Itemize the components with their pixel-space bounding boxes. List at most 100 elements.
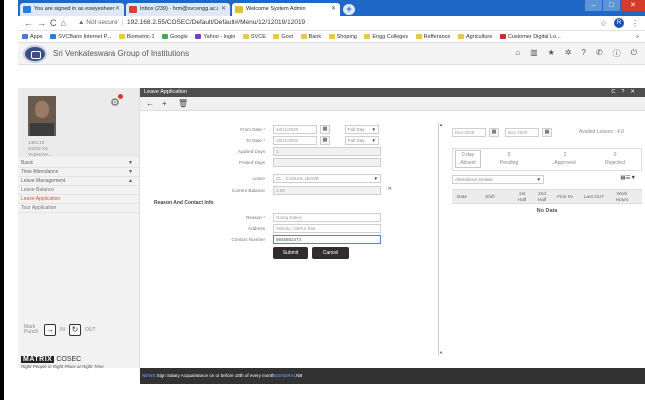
chevron-down-icon: ▼ (128, 160, 133, 166)
tab-close-icon[interactable]: ✕ (115, 3, 120, 16)
menu-label: Leave Application (21, 196, 61, 202)
to-date-input[interactable]: 18/11/2020 (273, 136, 317, 145)
stat-label: Absent (460, 160, 476, 166)
browser-tab-3[interactable]: Welcome System Admin ✕ (232, 3, 340, 16)
bookmark-star-icon[interactable]: ☆ (600, 19, 607, 28)
settings-gear-icon[interactable]: ✲ (565, 48, 572, 59)
attendance-details-select[interactable]: Attendance Details ▼ (452, 175, 544, 184)
bookmark-item[interactable]: Shoping (328, 31, 357, 42)
bookmark-item[interactable]: SVCE (242, 31, 266, 42)
range-to-calendar-icon[interactable]: ▦ (542, 128, 552, 137)
range-from-input[interactable]: Dec 2020 (452, 128, 486, 137)
stat-approved[interactable]: 2 Approved (545, 151, 585, 167)
scroll-up-icon[interactable]: ▲ (439, 122, 443, 127)
chevron-down-icon: ▼ (536, 177, 541, 182)
add-icon[interactable]: + (162, 99, 167, 108)
back-arrow-icon[interactable]: ← (146, 99, 154, 108)
punch-in-label: IN (60, 327, 65, 333)
url-separator: | (121, 19, 124, 26)
page-toolbar: ← + 🗑 (140, 97, 645, 111)
menu-label: Basic (21, 160, 34, 166)
yahoo-icon (195, 34, 202, 39)
new-tab-button[interactable]: + (343, 4, 355, 15)
filter-icon[interactable]: ▼ (631, 175, 636, 181)
bookmark-item[interactable]: Engg Colleges (364, 31, 408, 42)
range-from-calendar-icon[interactable]: ▦ (489, 128, 499, 137)
stat-value: 2 (563, 152, 567, 158)
sidebar-item-tour-application[interactable]: Tour Application (18, 204, 139, 213)
home-icon[interactable]: ⌂ (515, 48, 520, 59)
expand-panel-icon[interactable]: » (388, 186, 391, 192)
power-icon[interactable]: ⏻ (631, 48, 637, 59)
delete-trash-icon[interactable]: 🗑 (178, 99, 188, 108)
from-date-input[interactable]: 18/11/2020 (273, 125, 317, 134)
bookmark-item[interactable]: Customer Digital Lo... (499, 31, 561, 42)
left-border (0, 0, 4, 400)
home-icon[interactable]: ⌂ (61, 18, 70, 28)
help-icon[interactable]: ? (582, 48, 586, 59)
from-day-select[interactable]: Full Day ▼ (345, 125, 379, 134)
range-to-input[interactable]: Dec 2020 (505, 128, 539, 137)
address-input[interactable]: Yellodu, CBPur Dist (273, 224, 381, 233)
bookmark-item[interactable]: Biometric-1 (118, 31, 155, 42)
phone-icon[interactable]: ✆ (596, 48, 603, 59)
bookmark-item[interactable]: Bank (300, 31, 321, 42)
stat-pending[interactable]: 0 Pending (491, 151, 527, 167)
sidebar-item-leave-application[interactable]: Leave Application (18, 195, 139, 204)
close-icon[interactable]: ✕ (630, 89, 641, 95)
contact-number-input[interactable]: 9845882474 (273, 235, 381, 244)
chevron-down-icon: ▼ (371, 138, 376, 143)
bookmark-label: Refferance (423, 34, 451, 40)
back-icon[interactable]: ← (24, 18, 37, 28)
tab-close-icon[interactable]: ✕ (331, 3, 336, 16)
leave-type-select[interactable]: CL - CASUAL LEAVE ▼ (273, 174, 381, 183)
matrix-cosec-logo: MATRIX COSEC Right People in Right Place … (21, 356, 104, 369)
form-scrollbar[interactable]: ▲ ▼ (438, 122, 444, 355)
browser-menu-icon[interactable]: ⋮ (631, 19, 639, 28)
punch-out-button[interactable]: ↻ (69, 324, 81, 336)
info-icon[interactable]: ⓘ (613, 48, 621, 59)
cancel-button[interactable]: Cancel (312, 247, 349, 259)
profile-avatar[interactable]: R (614, 18, 624, 28)
tab-close-icon[interactable]: ✕ (221, 3, 226, 16)
nav-buttons: ←→C⌂ (24, 18, 70, 28)
punch-in-button[interactable]: → (44, 324, 56, 336)
bookmark-label: Yahoo - login (203, 34, 236, 40)
bookmark-item[interactable]: SVCBans Internet P... (50, 31, 111, 42)
browser-tab-1[interactable]: You are signed in as eswyesheer ✕ (20, 3, 124, 16)
reason-input[interactable]: Going Native (273, 213, 381, 222)
bookmark-item[interactable]: Google (162, 31, 188, 42)
bookmarks-overflow-icon[interactable]: » (636, 31, 639, 42)
bookmark-item[interactable]: Yahoo - login (195, 31, 236, 42)
refresh-icon[interactable]: C (611, 89, 621, 95)
bookmark-item[interactable]: Apps (22, 31, 43, 42)
submit-button[interactable]: Submit (273, 247, 308, 259)
to-day-select[interactable]: Full Day ▼ (345, 136, 379, 145)
section-title: Reason And Contact Info (154, 200, 214, 206)
sidebar-item-leave-balance[interactable]: Leave Balance (18, 186, 139, 195)
bookmark-item[interactable]: Refferance (415, 31, 451, 42)
browser-tab-2[interactable]: Inbox (239) - hrm@svcengg.ac.i ✕ (126, 3, 230, 16)
maximize-icon[interactable]: □ (603, 0, 620, 11)
sidebar-item-leave-management[interactable]: Leave Management ▲ (18, 177, 139, 186)
favorite-star-icon[interactable]: ★ (548, 48, 555, 59)
chart-icon[interactable]: ▥ (530, 48, 538, 59)
stat-absent[interactable]: 0 day Absent (455, 150, 481, 168)
to-date-calendar-icon[interactable]: ▦ (320, 136, 330, 145)
bookmark-item[interactable]: Govt (273, 31, 293, 42)
column-header: Shift (485, 195, 495, 200)
bookmark-item[interactable]: Agriculture (458, 31, 492, 42)
leave-type-label: Leave (252, 176, 265, 181)
stat-rejected[interactable]: 0 Rejected (595, 151, 635, 167)
minimize-icon[interactable]: – (585, 0, 602, 11)
sidebar-item-time-attendance[interactable]: Time Attendance ▼ (18, 168, 139, 177)
profile-settings-gear-icon[interactable]: ⚙ (110, 94, 123, 109)
sidebar-item-basic[interactable]: Basic ▼ (18, 159, 139, 168)
url-field[interactable]: ▲ Not secure | 192.168.2.55/COSEC/Defaul… (78, 19, 305, 26)
from-date-calendar-icon[interactable]: ▦ (320, 125, 330, 134)
folder-icon (118, 34, 125, 39)
close-window-icon[interactable]: ✕ (621, 0, 645, 11)
forward-icon[interactable]: → (37, 18, 50, 28)
reload-icon[interactable]: C (50, 18, 61, 28)
scroll-down-icon[interactable]: ▼ (439, 350, 443, 355)
